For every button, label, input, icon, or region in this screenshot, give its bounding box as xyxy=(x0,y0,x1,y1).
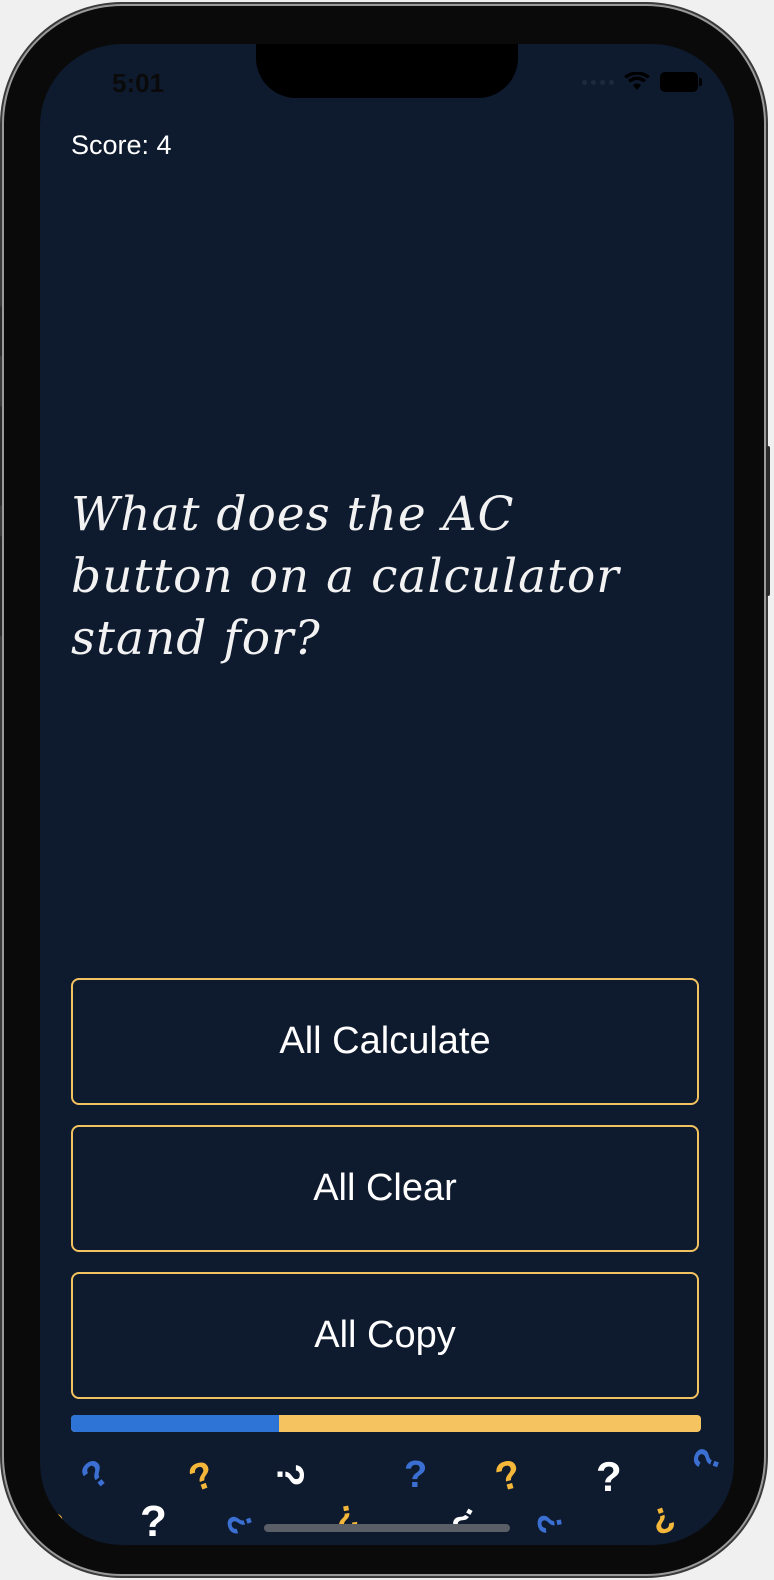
cellular-signal-icon xyxy=(582,79,614,85)
question-mark-icon: ? xyxy=(268,1463,311,1487)
status-icons xyxy=(582,72,702,92)
wifi-icon xyxy=(624,72,650,90)
question-mark-icon: ? xyxy=(140,1497,167,1545)
question-mark-icon: ? xyxy=(683,1442,730,1478)
volume-down-button xyxy=(0,536,2,636)
question-mark-icon: ? xyxy=(490,1451,526,1501)
home-indicator xyxy=(264,1524,510,1532)
answer-button-3[interactable]: All Copy xyxy=(71,1272,699,1399)
silent-switch xyxy=(0,306,2,356)
question-mark-icon: ? xyxy=(596,1453,622,1500)
question-mark-icon: ? xyxy=(645,1497,681,1544)
progress-bar xyxy=(71,1415,701,1432)
question-mark-icon: ? xyxy=(73,1451,119,1499)
battery-icon xyxy=(660,72,702,92)
volume-up-button xyxy=(0,406,2,506)
question-mark-icon: ? xyxy=(445,1497,483,1541)
progress-fill xyxy=(71,1415,279,1432)
phone-frame: 5:01 Score: 4 What does the AC button on… xyxy=(0,6,770,1574)
screen: 5:01 Score: 4 What does the AC button on… xyxy=(40,44,734,1545)
answer-button-2[interactable]: All Clear xyxy=(71,1125,699,1252)
power-button xyxy=(766,446,770,596)
question-mark-icon: ? xyxy=(404,1454,428,1496)
score-label: Score: 4 xyxy=(71,130,172,160)
question-text: What does the AC button on a calculator … xyxy=(71,487,620,666)
notch xyxy=(256,44,518,98)
question-mark-icon: ? xyxy=(183,1453,220,1501)
answer-button-1[interactable]: All Calculate xyxy=(71,978,699,1105)
question-mark-icon: ? xyxy=(40,1506,83,1544)
status-time: 5:01 xyxy=(112,68,165,98)
question-mark-icon: ? xyxy=(529,1509,571,1537)
question-mark-icon: ? xyxy=(218,1506,262,1540)
